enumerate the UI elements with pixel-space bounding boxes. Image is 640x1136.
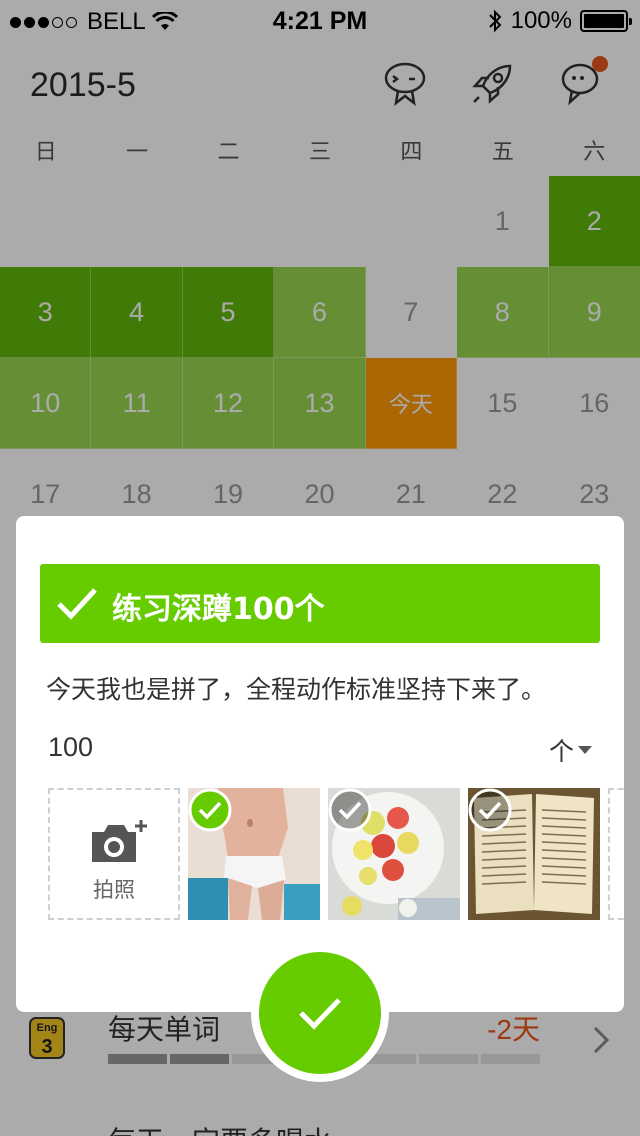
camera-add-icon xyxy=(92,820,147,862)
unselected-check-icon[interactable] xyxy=(468,788,512,832)
note-text[interactable]: 今天我也是拼了，全程动作标准坚持下来了。 xyxy=(46,670,546,706)
selected-check-icon[interactable] xyxy=(188,788,232,832)
unit-label: 个 xyxy=(548,737,574,766)
take-photo-label: 拍照 xyxy=(93,878,135,902)
photo-thumbnail[interactable] xyxy=(468,788,600,920)
photo-thumbnail[interactable] xyxy=(188,788,320,920)
caret-down-icon xyxy=(578,746,592,754)
take-photo-button[interactable]: 拍照 xyxy=(48,788,180,920)
photo-placeholder[interactable] xyxy=(608,788,624,920)
unselected-check-icon[interactable] xyxy=(328,788,372,832)
photo-strip: 拍照 xyxy=(48,788,624,920)
checkin-dialog: 练习深蹲100个 今天我也是拼了，全程动作标准坚持下来了。 100 个 拍照 xyxy=(16,516,624,1012)
photo-thumbnail[interactable] xyxy=(328,788,460,920)
task-title: 练习深蹲100个 xyxy=(112,592,325,627)
checkmark-icon xyxy=(57,588,97,620)
confirm-button[interactable] xyxy=(251,944,389,1082)
checkmark-icon xyxy=(299,998,341,1030)
count-input[interactable]: 100 xyxy=(48,732,93,763)
task-banner: 练习深蹲100个 xyxy=(40,564,600,643)
unit-dropdown[interactable]: 个 xyxy=(549,732,592,768)
